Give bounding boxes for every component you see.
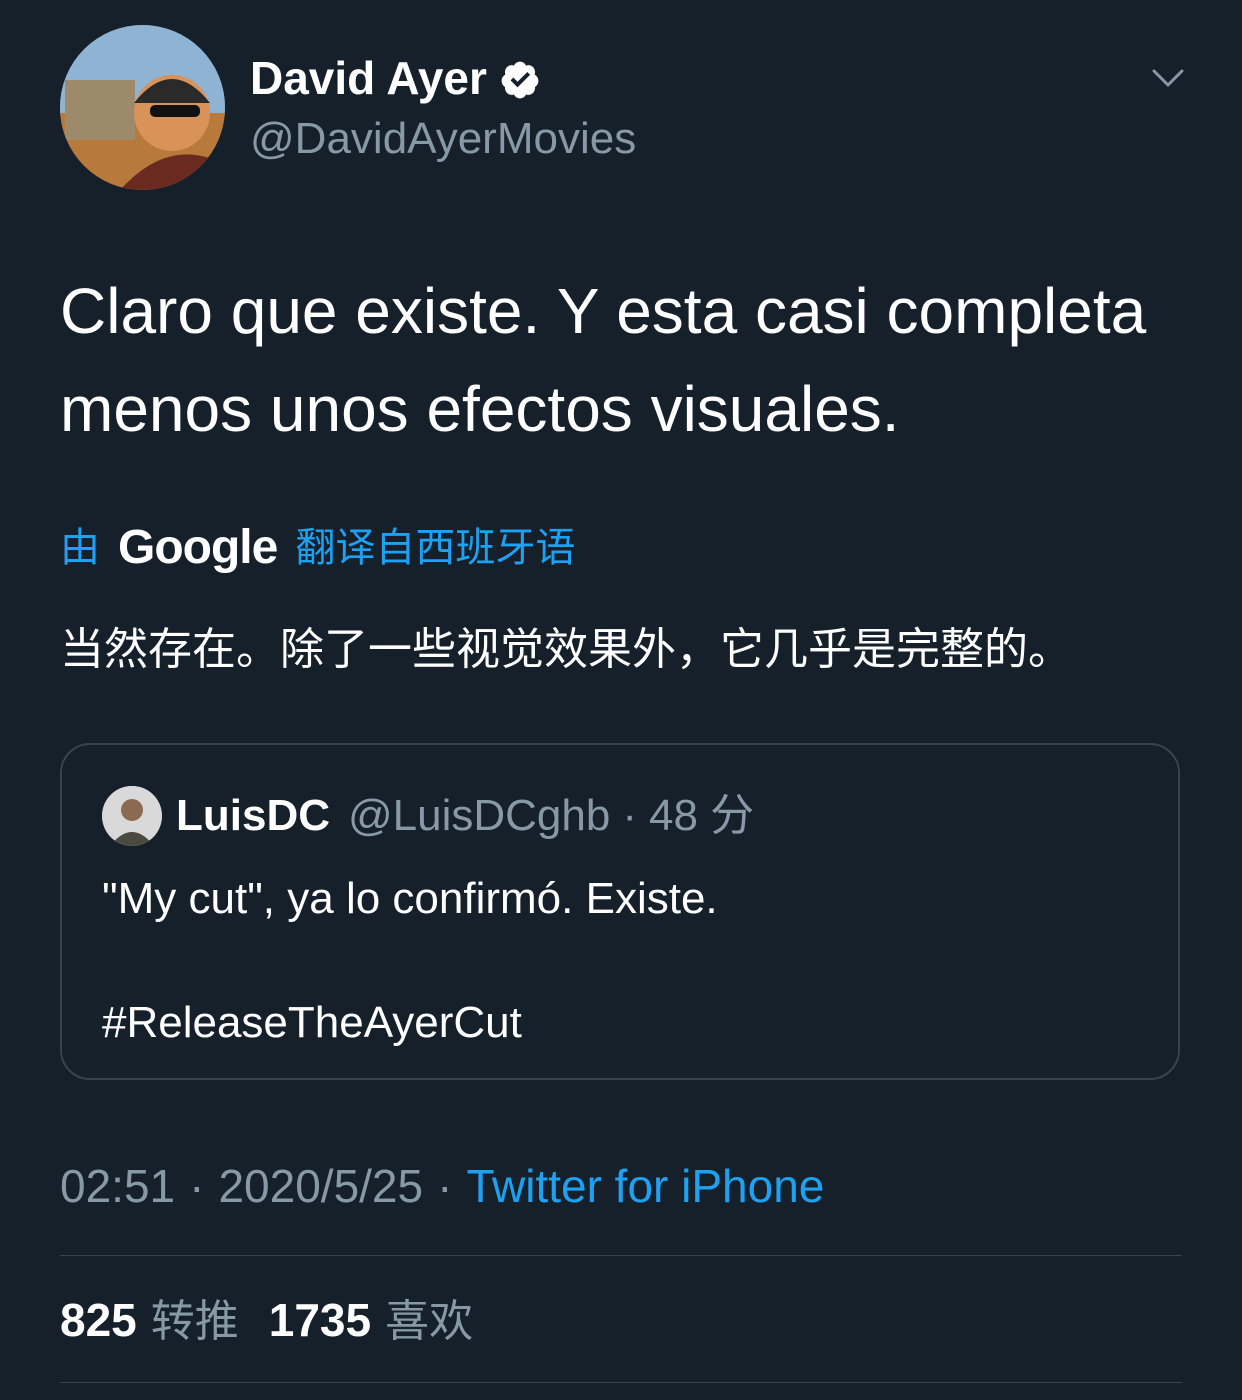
likes-label: 喜欢 bbox=[385, 1297, 474, 1346]
quoted-tweet-text: "My cut", ya lo confirmó. Existe. bbox=[102, 874, 718, 923]
tweet-time: 02:51 bbox=[60, 1160, 176, 1212]
tweet-text: Claro que existe. Y esta casi completa m… bbox=[60, 275, 1147, 445]
divider bbox=[60, 1255, 1182, 1256]
author-avatar[interactable] bbox=[60, 25, 225, 190]
author-name-row[interactable]: David Ayer bbox=[250, 50, 541, 106]
quoted-author-handle: @LuisDCghb bbox=[348, 791, 611, 840]
translation-by-label: 由 bbox=[60, 526, 100, 570]
chevron-down-icon[interactable] bbox=[1148, 58, 1188, 98]
quoted-avatar-image bbox=[102, 786, 162, 846]
translation-attribution[interactable]: 由 Google 翻译自西班牙语 bbox=[60, 518, 575, 578]
verified-badge-icon bbox=[499, 57, 541, 99]
likes-stat[interactable]: 1735 喜欢 bbox=[269, 1290, 473, 1352]
divider bbox=[60, 1382, 1182, 1383]
tweet-meta: 02:51 · 2020/5/25 · Twitter for iPhone bbox=[60, 1156, 824, 1216]
retweets-stat[interactable]: 825 转推 bbox=[60, 1290, 239, 1352]
author-handle[interactable]: @DavidAyerMovies bbox=[250, 112, 636, 166]
quoted-author-name: LuisDC bbox=[176, 791, 330, 840]
quoted-author-avatar bbox=[102, 786, 162, 846]
retweets-count: 825 bbox=[60, 1294, 137, 1346]
tweet-source-link[interactable]: Twitter for iPhone bbox=[466, 1160, 824, 1212]
likes-count: 1735 bbox=[268, 1294, 372, 1346]
quoted-tweet-time: 48 分 bbox=[649, 791, 755, 840]
meta-separator: · bbox=[437, 1160, 453, 1212]
google-logo: Google bbox=[118, 521, 278, 574]
avatar-image bbox=[60, 25, 225, 190]
tweet-stats: 825 转推 1735 喜欢 bbox=[60, 1290, 473, 1352]
meta-separator: · bbox=[189, 1160, 205, 1212]
author-display-name[interactable]: David Ayer bbox=[250, 50, 487, 106]
retweets-label: 转推 bbox=[150, 1297, 239, 1346]
translated-text: 当然存在。除了一些视觉效果外，它几乎是完整的。 bbox=[60, 625, 1072, 674]
translation-source-label[interactable]: 翻译自西班牙语 bbox=[295, 518, 575, 578]
quoted-tweet-hashtag: #ReleaseTheAyerCut bbox=[102, 998, 522, 1047]
quoted-tweet-header: LuisDC @LuisDCghb · 48 分 bbox=[176, 788, 754, 844]
tweet-date: 2020/5/25 bbox=[218, 1160, 424, 1212]
quoted-separator: · bbox=[622, 791, 638, 840]
